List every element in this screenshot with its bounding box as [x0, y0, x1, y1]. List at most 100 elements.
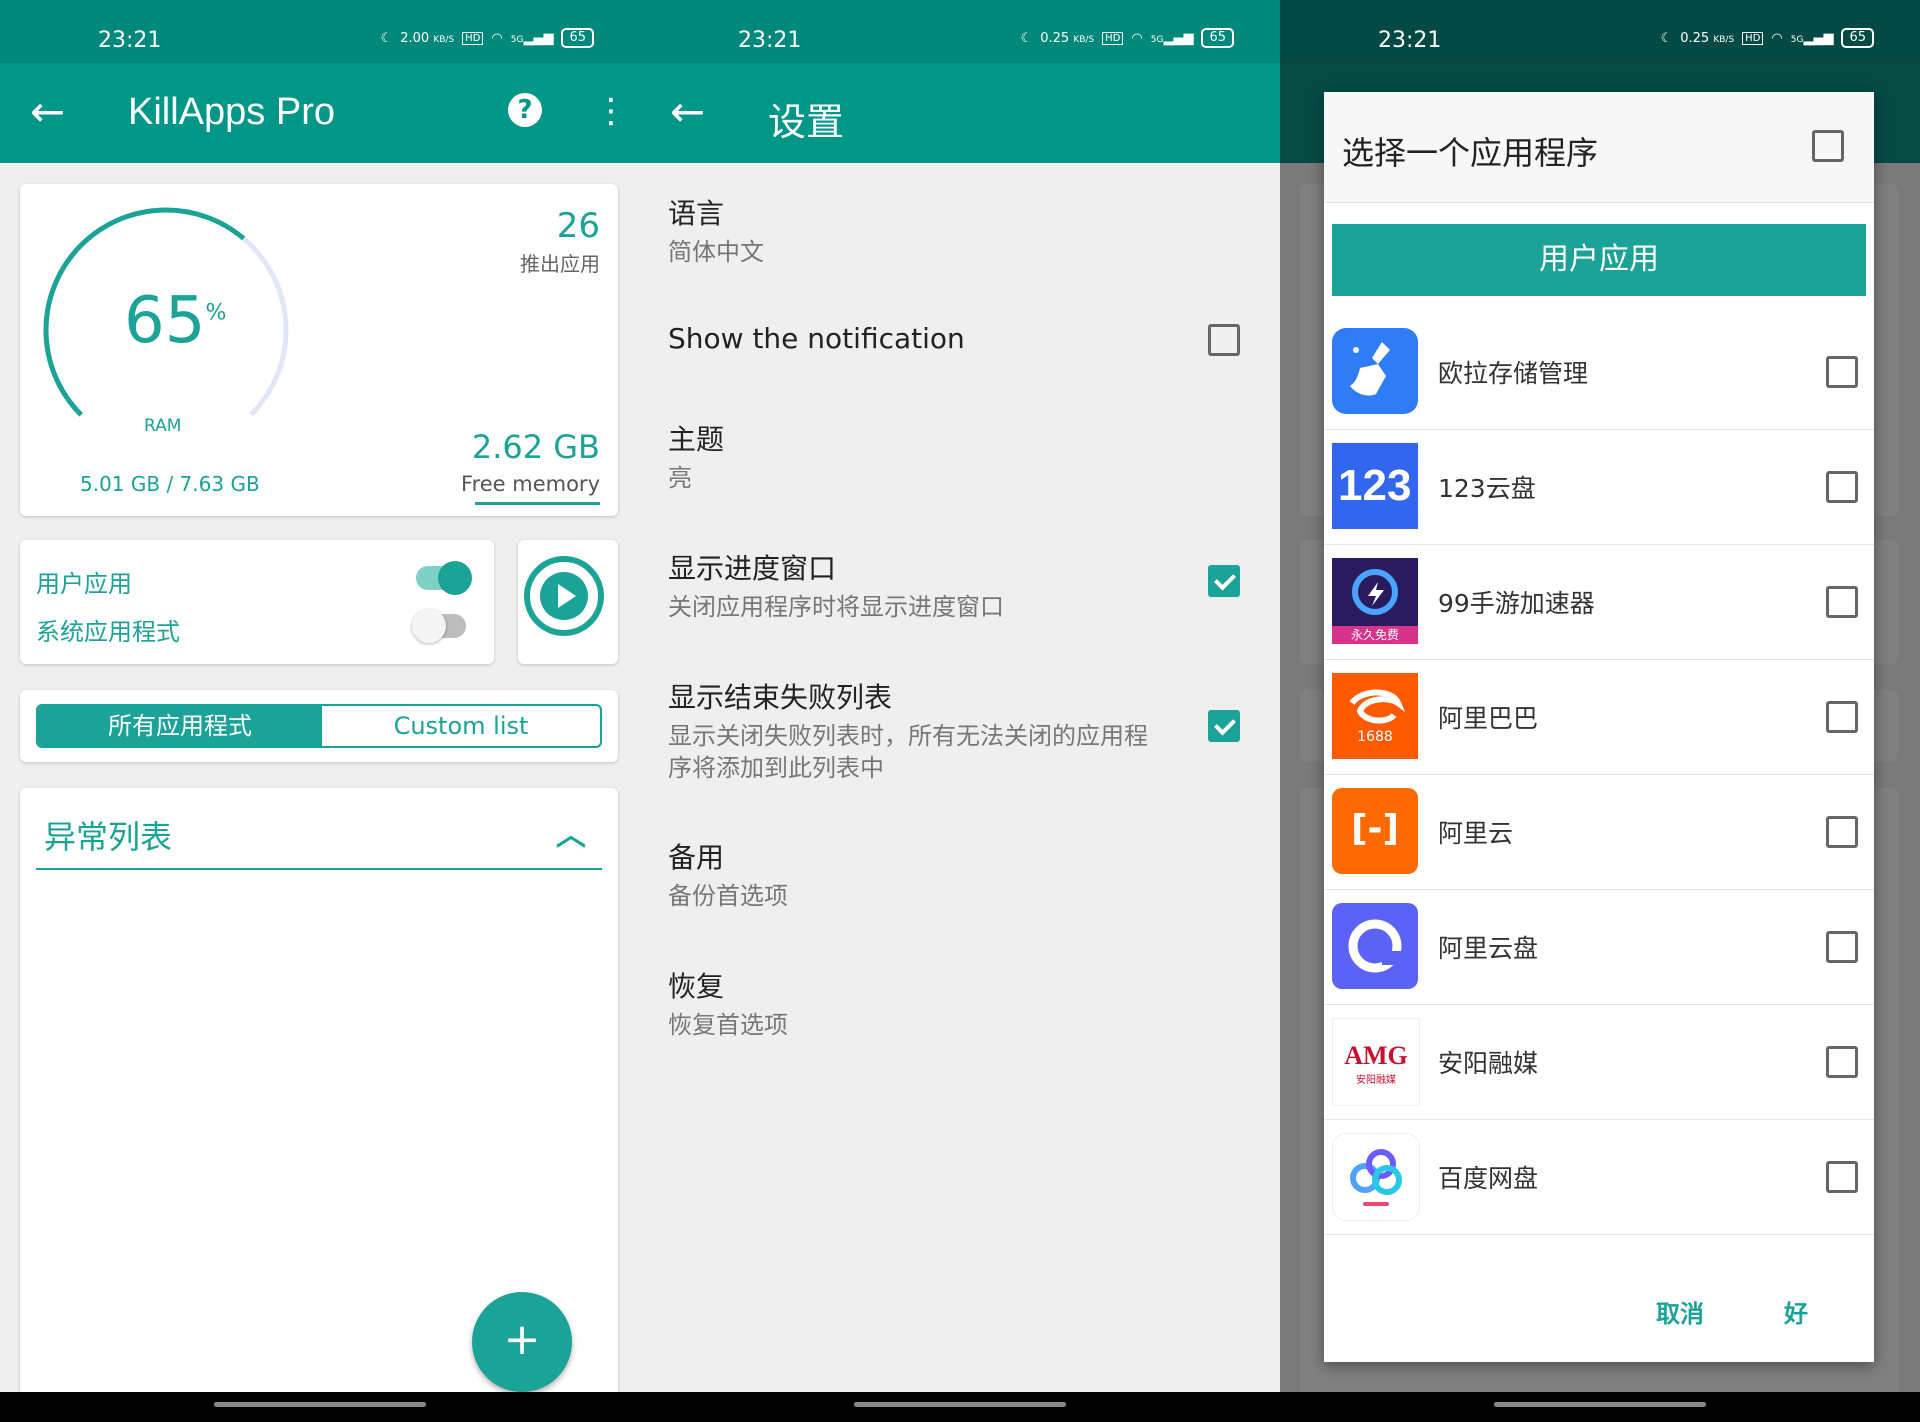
setting-title: Show the notification: [668, 322, 965, 355]
battery-icon: 65: [561, 28, 594, 48]
select-app-dialog: 选择一个应用程序 用户应用 欧拉存储管理 123 123云盘 永久免费 99手游…: [1324, 92, 1874, 1362]
setting-title: 主题: [668, 423, 725, 456]
app-name: 99手游加速器: [1438, 589, 1595, 618]
app-title: KillApps Pro: [128, 91, 335, 133]
settings-title: 设置: [768, 102, 845, 144]
tab-user-apps[interactable]: 用户应用: [1332, 224, 1866, 296]
app-name: 欧拉存储管理: [1438, 359, 1589, 388]
setting-title: 恢复: [668, 970, 725, 1003]
setting-language[interactable]: 语言 简体中文: [668, 192, 1268, 268]
moon-icon: ☾: [1020, 30, 1033, 46]
hd-icon: HD: [1742, 31, 1764, 45]
setting-subtitle: 恢复首选项: [668, 1011, 788, 1039]
setting-restore[interactable]: 恢复 恢复首选项: [668, 965, 1268, 1041]
ram-used: 5.01 GB / 7.63 GB: [80, 472, 260, 496]
app-row[interactable]: 永久免费 99手游加速器: [1324, 544, 1874, 660]
app-checkbox[interactable]: [1826, 931, 1858, 963]
app-checkbox[interactable]: [1826, 1046, 1858, 1078]
ram-card: 65% RAM 5.01 GB / 7.63 GB 26 推出应用 2.62 G…: [20, 184, 618, 516]
notification-checkbox[interactable]: [1208, 324, 1240, 356]
app-row[interactable]: 欧拉存储管理: [1324, 314, 1874, 430]
wifi-icon: ◠: [1771, 30, 1783, 46]
app-row[interactable]: 1688 阿里巴巴: [1324, 659, 1874, 775]
setting-theme[interactable]: 主题 亮: [668, 418, 1268, 494]
divider: [36, 868, 602, 870]
home-indicator[interactable]: [854, 1402, 1066, 1407]
app-checkbox[interactable]: [1826, 586, 1858, 618]
setting-fail-list[interactable]: 显示结束失败列表 显示关闭失败列表时，所有无法关闭的应用程 序将添加到此列表中: [668, 676, 1268, 784]
speed-readout: 0.25 KB/S: [1680, 30, 1735, 46]
user-apps-toggle[interactable]: [416, 561, 472, 595]
setting-title: 备用: [668, 841, 725, 874]
free-memory-value: 2.62 GB: [471, 428, 600, 466]
help-icon[interactable]: ?: [508, 93, 542, 127]
app-123-icon: 123: [1332, 443, 1418, 529]
wifi-icon: ◠: [1131, 30, 1143, 46]
back-arrow-icon[interactable]: ←: [670, 87, 705, 136]
add-fab[interactable]: +: [472, 1292, 572, 1392]
app-anyang-icon: AMG 安阳融媒: [1332, 1018, 1420, 1106]
killed-count: 26: [556, 206, 600, 246]
select-all-checkbox[interactable]: [1812, 130, 1844, 162]
app-name: 百度网盘: [1438, 1164, 1539, 1193]
more-vert-icon[interactable]: ⋮: [594, 91, 628, 131]
app-bar: ← 设置: [640, 63, 1280, 163]
nav-bar: [0, 1392, 1920, 1422]
home-indicator[interactable]: [1494, 1402, 1706, 1407]
progress-window-checkbox[interactable]: [1208, 565, 1240, 597]
plus-icon: +: [503, 1314, 541, 1365]
app-row[interactable]: 123 123云盘: [1324, 429, 1874, 545]
app-99-icon: 永久免费: [1332, 558, 1418, 644]
setting-title: 语言: [668, 197, 725, 230]
main-screen: 23:21 ☾ 2.00 KB/S HD ◠ 5G▂▄▆ 65 ← KillAp…: [0, 0, 640, 1392]
seg-custom-list[interactable]: Custom list: [322, 706, 600, 746]
app-baidupan-icon: [1332, 1133, 1420, 1221]
setting-notification[interactable]: Show the notification: [668, 322, 1268, 355]
moon-icon: ☾: [380, 30, 393, 46]
home-indicator[interactable]: [214, 1402, 426, 1407]
app-checkbox[interactable]: [1826, 701, 1858, 733]
segmented-control: 所有应用程式 Custom list: [36, 704, 602, 748]
app-aliyunpan-icon: [1332, 903, 1418, 989]
app-checkbox[interactable]: [1826, 816, 1858, 848]
fail-list-checkbox[interactable]: [1208, 710, 1240, 742]
ok-button[interactable]: 好: [1784, 1294, 1808, 1329]
ram-percent: 65%: [124, 284, 227, 358]
status-time: 23:21: [738, 28, 802, 53]
cancel-button[interactable]: 取消: [1656, 1294, 1704, 1329]
app-row[interactable]: [-] 阿里云: [1324, 774, 1874, 890]
app-checkbox[interactable]: [1826, 356, 1858, 388]
app-alibaba-icon: 1688: [1332, 673, 1418, 759]
wifi-icon: ◠: [491, 30, 503, 46]
app-aliyun-icon: [-]: [1332, 788, 1418, 874]
app-checkbox[interactable]: [1826, 471, 1858, 503]
setting-backup[interactable]: 备用 备份首选项: [668, 836, 1268, 912]
speed-readout: 2.00 KB/S: [400, 30, 455, 46]
user-apps-label: 用户应用: [36, 570, 132, 598]
ram-label: RAM: [144, 416, 182, 436]
app-checkbox[interactable]: [1826, 1161, 1858, 1193]
app-row[interactable]: 阿里云盘: [1324, 889, 1874, 1005]
list-mode-card: 所有应用程式 Custom list: [20, 690, 618, 762]
exception-title: 异常列表: [44, 818, 173, 856]
toggle-knob: [438, 561, 472, 595]
app-name: 123云盘: [1438, 474, 1536, 503]
status-time: 23:21: [98, 28, 162, 53]
battery-icon: 65: [1201, 28, 1234, 48]
system-apps-toggle[interactable]: [412, 609, 466, 643]
chevron-up-icon[interactable]: ︿: [556, 810, 586, 854]
app-type-card: 用户应用 系统应用程式: [20, 540, 494, 664]
seg-all-apps[interactable]: 所有应用程式: [38, 706, 322, 746]
signal-icon: 5G▂▄▆: [510, 30, 554, 46]
back-arrow-icon[interactable]: ←: [30, 87, 65, 136]
moon-icon: ☾: [1660, 30, 1673, 46]
setting-subtitle: 备份首选项: [668, 882, 788, 910]
app-picker-screen: 23:21 ☾ 0.25 KB/S HD ◠ 5G▂▄▆ 65 选择一个应用程序…: [1280, 0, 1920, 1392]
setting-progress-window[interactable]: 显示进度窗口 关闭应用程序时将显示进度窗口: [668, 547, 1268, 623]
play-button[interactable]: [524, 556, 604, 636]
setting-title: 显示进度窗口: [668, 552, 837, 585]
play-icon: [540, 572, 588, 620]
app-row[interactable]: AMG 安阳融媒 安阳融媒: [1324, 1004, 1874, 1120]
app-row[interactable]: 百度网盘: [1324, 1119, 1874, 1235]
killed-label: 推出应用: [520, 252, 600, 276]
